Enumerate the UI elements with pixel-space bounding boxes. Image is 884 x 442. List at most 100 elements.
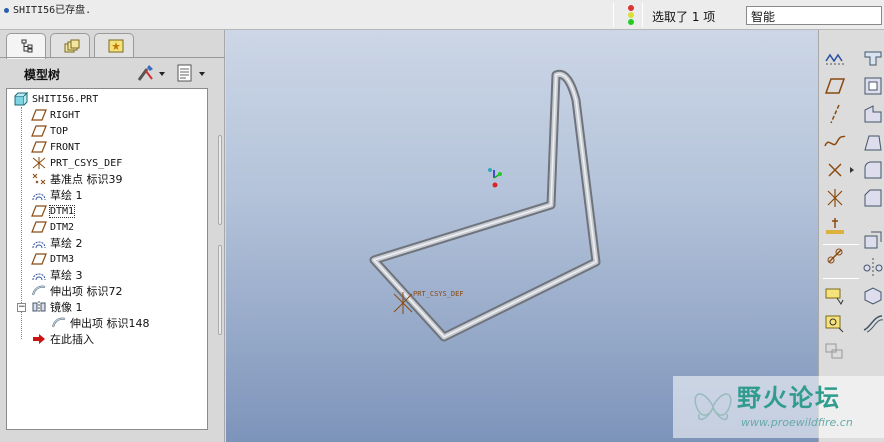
selection-count: 选取了 1 项 (652, 10, 716, 24)
chevron-right-icon[interactable] (847, 158, 857, 182)
proe-window: SHITI56已存盘. 选取了 1 项 智能 模型树 SHITI56.PRT R… (0, 0, 884, 442)
datum-plane-icon (31, 252, 47, 266)
tree-item-dtm1[interactable]: DTM1 (31, 203, 76, 219)
chain-icon[interactable] (823, 244, 847, 268)
tree-item-label: 在此插入 (50, 333, 94, 346)
draft-icon[interactable] (861, 130, 884, 154)
coordinate-triad-icon (488, 168, 502, 188)
layer-show-icon[interactable] (823, 284, 847, 308)
tree-item-label: DTM2 (50, 221, 75, 233)
status-message: SHITI56已存盘. (13, 5, 92, 16)
status-separator (613, 3, 614, 27)
tree-item-label: 草绘 3 (50, 269, 83, 282)
tab-model-tree[interactable] (6, 33, 46, 59)
mirror-icon (31, 300, 47, 314)
pattern-icon[interactable] (861, 284, 884, 308)
csys-icon[interactable] (823, 186, 847, 210)
tree-toolbar (136, 63, 208, 83)
hole-icon[interactable] (861, 228, 884, 252)
datum-plane-icon (31, 140, 47, 154)
part-icon (13, 91, 29, 106)
tree-item-sketch-2[interactable]: 草绘 2 (31, 235, 83, 251)
tree-item-top[interactable]: TOP (31, 123, 68, 139)
tree-item-insert-here[interactable]: 在此插入 (31, 331, 94, 347)
chamfer-icon[interactable] (861, 186, 884, 210)
regen-status-icon[interactable] (626, 5, 636, 25)
tree-item-label: TOP (50, 125, 69, 137)
status-bar: SHITI56已存盘. 选取了 1 项 智能 (0, 0, 884, 30)
image-feature-icon[interactable] (823, 312, 847, 336)
sketch-icon (31, 188, 47, 202)
tree-item-mirror-1[interactable]: 镜像 1 (31, 299, 83, 315)
tree-item-label: DTM3 (50, 253, 75, 265)
tab-favorites[interactable] (94, 33, 134, 57)
tree-item-sketch-3[interactable]: 草绘 3 (31, 267, 83, 283)
layer-icon (64, 39, 80, 53)
shell-icon[interactable] (861, 74, 884, 98)
settings-tools-icon[interactable] (136, 63, 158, 83)
splitter-grip[interactable] (218, 245, 222, 335)
copy-feature-icon[interactable] (823, 340, 847, 364)
tab-layers[interactable] (50, 33, 90, 57)
extrude-icon[interactable] (861, 46, 884, 70)
splitter-grip[interactable] (218, 135, 222, 225)
filter-select[interactable]: 智能 (746, 6, 882, 25)
tree-item-protrusion-148[interactable]: 伸出项 标识148 (51, 315, 150, 331)
datum-plane-icon (31, 220, 47, 234)
datum-plane-icon[interactable] (823, 74, 847, 98)
show-menu-icon[interactable] (176, 63, 194, 83)
sketch-icon (31, 268, 47, 282)
tree-item-protrusion-72[interactable]: 伸出项 标识72 (31, 283, 123, 299)
tree-item-label: 伸出项 标识148 (70, 317, 150, 330)
chevron-down-icon[interactable] (158, 63, 166, 83)
tree-item-label: 伸出项 标识72 (50, 285, 123, 298)
favorites-icon (108, 39, 124, 53)
status-separator (642, 3, 643, 27)
datum-curve-icon[interactable] (823, 130, 847, 154)
tree-item-datum-point[interactable]: 基准点 标识39 (31, 171, 123, 187)
round-icon[interactable] (861, 158, 884, 182)
sweep-icon (31, 284, 47, 298)
datum-display-icon[interactable] (823, 46, 847, 70)
tree-item-label: PRT_CSYS_DEF (50, 157, 123, 169)
tree-item-label: 基准点 标识39 (50, 173, 123, 186)
tree-item-dtm3[interactable]: DTM3 (31, 251, 74, 267)
datum-point-icon[interactable] (823, 158, 847, 182)
tree-item-label: 草绘 2 (50, 237, 83, 250)
tree-item-right[interactable]: RIGHT (31, 107, 80, 123)
datum-axis-icon[interactable] (823, 102, 847, 126)
butterfly-logo-icon (694, 393, 732, 421)
tree-item-label: 镜像 1 (50, 301, 83, 314)
watermark-url: www.proewildfire.cn (741, 416, 853, 429)
csys-icon (31, 156, 47, 170)
message-area: SHITI56已存盘. (4, 1, 91, 16)
sketch-icon (31, 236, 47, 250)
rib-icon[interactable] (861, 102, 884, 126)
tree-item-sketch-1[interactable]: 草绘 1 (31, 187, 83, 203)
navigator-panel: 模型树 SHITI56.PRT RIGHT TOP FRONT PRT_CSYS_DEF… (0, 30, 225, 442)
datum-point-icon (31, 172, 47, 186)
forum-watermark: 野火论坛 www.proewildfire.cn (673, 376, 884, 438)
datum-plane-icon (31, 204, 47, 218)
tree-item-part[interactable]: SHITI56.PRT (13, 91, 98, 107)
tree-item-dtm2[interactable]: DTM2 (31, 219, 74, 235)
chevron-down-icon[interactable] (198, 63, 206, 83)
panel-splitter[interactable] (216, 135, 224, 335)
panel-title: 模型树 (24, 68, 61, 82)
tree-item-label: SHITI56.PRT (32, 93, 99, 105)
mirror-icon[interactable] (861, 256, 884, 280)
tree-item-front[interactable]: FRONT (31, 139, 80, 155)
surface-icon[interactable] (861, 312, 884, 336)
model-tree-icon (21, 39, 33, 53)
tree-item-label: 草绘 1 (50, 189, 83, 202)
analysis-icon[interactable] (823, 214, 847, 238)
tab-divider (0, 57, 225, 58)
collapse-toggle[interactable]: − (17, 303, 26, 312)
tree-item-label: RIGHT (50, 109, 81, 121)
watermark-title: 野火论坛 (737, 384, 841, 412)
tree-item-csys[interactable]: PRT_CSYS_DEF (31, 155, 122, 171)
insert-arrow-icon (31, 332, 47, 346)
tree-item-label: DTM1 (48, 204, 76, 218)
tree-item-label: FRONT (50, 141, 81, 153)
sweep-icon (51, 316, 67, 330)
